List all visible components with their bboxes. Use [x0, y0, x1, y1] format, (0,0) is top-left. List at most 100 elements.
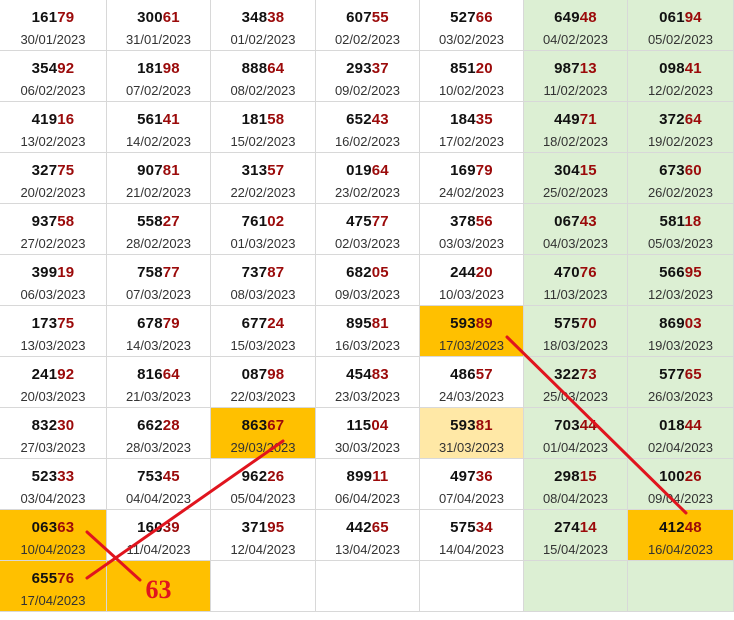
result-cell: 56141 14/02/2023: [107, 102, 211, 153]
result-date: 31/03/2023: [438, 440, 505, 455]
number-last-two-digits: 57: [475, 366, 493, 383]
result-date: 09/02/2023: [334, 83, 401, 98]
result-cell: 17375 13/03/2023: [0, 306, 107, 357]
result-cell: 66228 28/03/2023: [107, 408, 211, 459]
result-cell: 37856 03/03/2023: [420, 204, 524, 255]
result-cell: 89581 16/03/2023: [316, 306, 420, 357]
result-date: 10/03/2023: [438, 287, 505, 302]
result-date: 14/03/2023: [125, 338, 192, 353]
result-number: 09841: [628, 60, 733, 77]
number-first-digits: 169: [450, 162, 476, 179]
result-date: 22/03/2023: [230, 389, 296, 404]
result-number: 47577: [316, 213, 419, 230]
result-cell: [524, 561, 628, 612]
number-last-two-digits: 83: [371, 366, 389, 383]
result-number: 32273: [524, 366, 627, 383]
result-cell: 68205 09/03/2023: [316, 255, 420, 306]
result-number: 30061: [107, 9, 210, 26]
number-last-two-digits: 18: [684, 213, 702, 230]
number-first-digits: 327: [31, 162, 58, 179]
result-cell: 59389 17/03/2023: [420, 306, 524, 357]
result-date: 05/03/2023: [647, 236, 714, 251]
number-first-digits: 354: [31, 60, 58, 77]
result-cell: 29815 08/04/2023: [524, 459, 628, 510]
result-number: 01964: [316, 162, 419, 179]
number-last-two-digits: 77: [162, 264, 180, 281]
result-cell: 83230 27/03/2023: [0, 408, 107, 459]
result-number: 67724: [211, 315, 315, 332]
result-date: 16/04/2023: [647, 542, 714, 557]
number-last-two-digits: 98: [267, 366, 285, 383]
number-last-two-digits: 41: [162, 111, 180, 128]
number-last-two-digits: 03: [684, 315, 702, 332]
result-date: 10/04/2023: [20, 542, 86, 557]
result-number: 89911: [316, 468, 419, 485]
result-number: 57765: [628, 366, 733, 383]
number-first-digits: 816: [137, 366, 163, 383]
number-last-two-digits: 92: [57, 60, 75, 77]
result-cell: 24420 10/03/2023: [420, 255, 524, 306]
result-date: 15/04/2023: [542, 542, 609, 557]
number-first-digits: 018: [659, 417, 685, 434]
result-number: 31357: [211, 162, 315, 179]
result-number: 37264: [628, 111, 733, 128]
result-date: 13/03/2023: [20, 338, 86, 353]
number-last-two-digits: 64: [267, 60, 285, 77]
result-date: 03/02/2023: [438, 32, 505, 47]
number-first-digits: 274: [554, 519, 580, 536]
number-last-two-digits: 71: [579, 111, 597, 128]
result-date: 07/02/2023: [125, 83, 192, 98]
result-cell: 81664 21/03/2023: [107, 357, 211, 408]
number-first-digits: 566: [659, 264, 685, 281]
result-number: 18158: [211, 111, 315, 128]
number-last-two-digits: 64: [162, 366, 180, 383]
result-date: 07/04/2023: [438, 491, 505, 506]
number-first-digits: 475: [346, 213, 372, 230]
result-date: 23/03/2023: [334, 389, 401, 404]
result-cell: 06194 05/02/2023: [628, 0, 734, 51]
result-date: 17/02/2023: [438, 134, 505, 149]
number-first-digits: 937: [31, 213, 58, 230]
number-last-two-digits: 28: [162, 417, 180, 434]
number-first-digits: 652: [346, 111, 372, 128]
result-number: 45483: [316, 366, 419, 383]
number-first-digits: 497: [450, 468, 476, 485]
result-date: 19/03/2023: [647, 338, 714, 353]
result-cell: 18158 15/02/2023: [211, 102, 316, 153]
result-cell: 89911 06/04/2023: [316, 459, 420, 510]
result-cell: 98713 11/02/2023: [524, 51, 628, 102]
result-date: 17/03/2023: [438, 338, 505, 353]
result-number: 57570: [524, 315, 627, 332]
number-first-digits: 419: [31, 111, 58, 128]
number-last-two-digits: 34: [475, 519, 493, 536]
number-last-two-digits: 56: [475, 213, 493, 230]
result-number: 41916: [0, 111, 106, 128]
number-first-digits: 470: [554, 264, 580, 281]
number-last-two-digits: 65: [684, 366, 702, 383]
result-date: 13/04/2023: [334, 542, 401, 557]
number-last-two-digits: 27: [162, 213, 180, 230]
result-cell: 06743 04/03/2023: [524, 204, 628, 255]
number-first-digits: 677: [241, 315, 268, 332]
number-last-two-digits: 43: [579, 213, 597, 230]
number-first-digits: 244: [450, 264, 476, 281]
number-last-two-digits: 73: [579, 366, 597, 383]
result-date: 09/04/2023: [647, 491, 714, 506]
number-last-two-digits: 60: [684, 162, 702, 179]
result-date: 19/02/2023: [647, 134, 714, 149]
result-cell: 11504 30/03/2023: [316, 408, 420, 459]
number-last-two-digits: 81: [475, 417, 493, 434]
number-last-two-digits: 26: [684, 468, 702, 485]
result-date: 09/03/2023: [334, 287, 401, 302]
result-date: 27/03/2023: [20, 440, 86, 455]
number-first-digits: 019: [346, 162, 372, 179]
number-last-two-digits: 61: [162, 9, 180, 26]
result-date: 27/02/2023: [20, 236, 86, 251]
number-first-digits: 442: [346, 519, 372, 536]
result-cell: 52766 03/02/2023: [420, 0, 524, 51]
result-date: 02/04/2023: [647, 440, 714, 455]
result-number: 75877: [107, 264, 210, 281]
result-cell: [211, 561, 316, 612]
number-last-two-digits: 55: [371, 9, 389, 26]
result-date: 12/03/2023: [647, 287, 714, 302]
